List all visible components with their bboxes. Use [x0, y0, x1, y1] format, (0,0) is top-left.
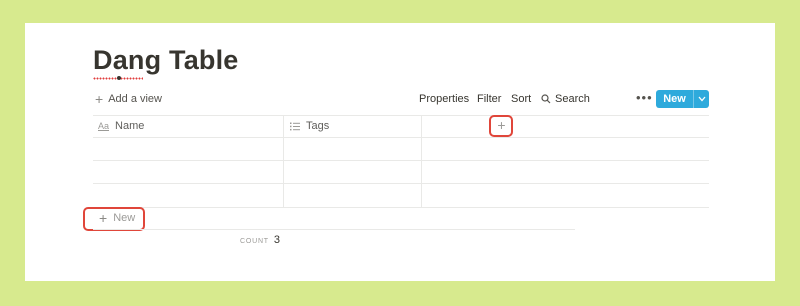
page-title[interactable]: Dang Table [93, 45, 239, 76]
column-header-tags[interactable]: Tags [290, 115, 329, 137]
new-button-label: New [663, 93, 686, 105]
properties-button[interactable]: Properties [419, 93, 469, 105]
column-header-label: Name [115, 120, 145, 132]
table-row[interactable] [93, 184, 709, 207]
count-label: COUNT [240, 238, 269, 245]
plus-icon: + [95, 90, 104, 107]
search-button[interactable]: Search [541, 93, 590, 105]
chevron-down-icon [698, 96, 705, 102]
sort-button[interactable]: Sort [511, 93, 531, 105]
search-label: Search [555, 93, 590, 105]
new-dropdown-button[interactable] [694, 96, 709, 102]
more-options-icon[interactable]: ••• [636, 90, 653, 105]
calculation-bar-border [93, 229, 575, 230]
table-top-border [93, 115, 709, 116]
column-header-name[interactable]: Aa Name [98, 115, 144, 137]
count-calculation[interactable]: COUNT 3 [240, 234, 280, 246]
text-property-icon: Aa [98, 121, 110, 131]
table-row[interactable] [93, 161, 709, 184]
table-bottom-border [93, 207, 709, 208]
search-icon [541, 94, 551, 104]
list-icon [290, 122, 300, 130]
add-view-button[interactable]: + Add a view [95, 90, 162, 107]
table-row[interactable] [93, 138, 709, 161]
highlight-add-row [83, 207, 145, 231]
filter-button[interactable]: Filter [477, 93, 501, 105]
text-cursor [117, 76, 121, 80]
count-value: 3 [273, 234, 281, 246]
column-header-label: Tags [306, 120, 330, 132]
database-toolbar: + Add a view Properties Filter Sort Sear… [93, 89, 709, 111]
add-view-label: Add a view [108, 93, 162, 105]
notion-page-panel: Dang Table + Add a view Properties Filte… [25, 23, 775, 281]
highlight-add-property [489, 115, 513, 137]
new-record-button[interactable]: New [656, 90, 709, 108]
